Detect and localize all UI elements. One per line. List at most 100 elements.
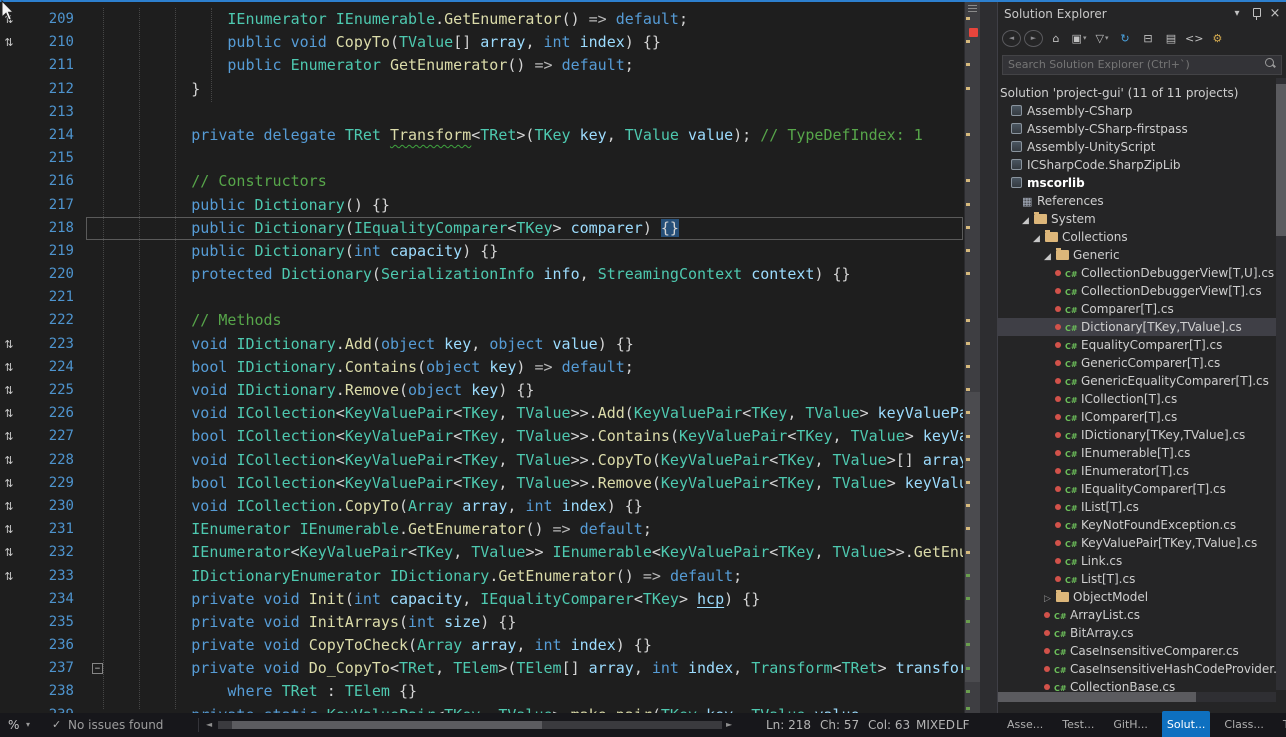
tree-item[interactable]: Assembly-CSharp-firstpass [998,120,1276,138]
collapse-all-icon[interactable]: ⊟ [1138,29,1158,47]
tree-item[interactable]: C#CollectionDebuggerView[T].cs [998,282,1276,300]
tool-window-tab[interactable]: Test... [1057,711,1099,737]
panel-splitter[interactable] [980,2,998,713]
line-number[interactable]: 210 [18,31,86,54]
tree-item[interactable]: C#Dictionary[TKey,TValue].cs [998,318,1276,336]
panel-menu-icon[interactable]: ▾ [1230,2,1244,26]
line-number[interactable]: 239 [18,704,86,713]
expander-expanded-icon[interactable]: ◢ [1044,248,1055,266]
code-line[interactable]: ⇅228 void ICollection<KeyValuePair<TKey,… [0,449,963,472]
tree-vertical-scrollbar-thumb[interactable] [1276,84,1286,236]
editor-horizontal-scrollbar-thumb[interactable] [232,721,542,729]
code-line[interactable]: ⇅231 IEnumerator IEnumerable.GetEnumerat… [0,518,963,541]
tree-item[interactable]: ◢Collections [998,228,1276,246]
filter-icon[interactable]: ▽▾ [1092,29,1112,47]
interface-impl-icon[interactable]: ⇅ [0,402,18,425]
back-icon[interactable]: ◄ [1002,30,1021,47]
editor-vertical-scrollbar[interactable] [964,2,980,713]
interface-impl-icon[interactable]: ⇅ [0,495,18,518]
tree-item[interactable]: C#List[T].cs [998,570,1276,588]
pin-icon[interactable] [1252,8,1260,20]
code-line[interactable]: ⇅226 void ICollection<KeyValuePair<TKey,… [0,402,963,425]
close-icon[interactable]: × [1268,2,1282,26]
code-line[interactable]: ⇅210 public void CopyTo(TValue[] array, … [0,31,963,54]
code-line[interactable]: 234 private void Init(int capacity, IEqu… [0,588,963,611]
tree-item[interactable]: C#ArrayList.cs [998,606,1276,624]
code-editor[interactable]: ⇅209 IEnumerator IEnumerable.GetEnumerat… [0,2,980,713]
eol-indicator[interactable]: LF [956,713,970,737]
interface-impl-icon[interactable]: ⇅ [0,518,18,541]
code-line[interactable]: 212 } [0,78,963,101]
line-number[interactable]: 217 [18,194,86,217]
tree-item[interactable]: C#GenericComparer[T].cs [998,354,1276,372]
interface-impl-icon[interactable]: ⇅ [0,333,18,356]
line-number[interactable]: 209 [18,8,86,31]
line-number[interactable]: 222 [18,309,86,332]
health-status-text[interactable]: No issues found [68,713,163,737]
line-number[interactable]: 238 [18,680,86,703]
line-number[interactable]: 219 [18,240,86,263]
tree-item[interactable]: C#BitArray.cs [998,624,1276,642]
code-line[interactable]: ⇅225 void IDictionary.Remove(object key)… [0,379,963,402]
line-number[interactable]: 224 [18,356,86,379]
line-number[interactable]: 231 [18,518,86,541]
tree-item[interactable]: C#IEnumerator[T].cs [998,462,1276,480]
editor-horizontal-scrollbar[interactable] [218,721,722,729]
code-line[interactable]: 239 private static KeyValuePair<TKey, TV… [0,704,963,713]
code-line[interactable]: ⇅232 IEnumerator<KeyValuePair<TKey, TVal… [0,541,963,564]
tree-item[interactable]: C#CaseInsensitiveHashCodeProvider.cs [998,660,1276,678]
line-number[interactable]: 218 [18,217,86,240]
code-line[interactable]: 237− private void Do_CopyTo<TRet, TElem>… [0,657,963,680]
tree-item[interactable]: C#KeyValuePair[TKey,TValue].cs [998,534,1276,552]
tree-item[interactable]: Assembly-UnityScript [998,138,1276,156]
tree-item[interactable]: ◢System [998,210,1276,228]
tree-item[interactable]: C#IComparer[T].cs [998,408,1276,426]
tree-item[interactable]: mscorlib [998,174,1276,192]
line-number[interactable]: 223 [18,333,86,356]
line-number[interactable]: 216 [18,170,86,193]
line-number[interactable]: 236 [18,634,86,657]
interface-impl-icon[interactable]: ⇅ [0,31,18,54]
editor-splitter-handle-icon[interactable] [968,5,977,12]
code-line[interactable]: ⇅223 void IDictionary.Add(object key, ob… [0,333,963,356]
code-line[interactable]: ⇅230 void ICollection.CopyTo(Array array… [0,495,963,518]
line-number[interactable]: 228 [18,449,86,472]
line-ending-mode[interactable]: MIXED [916,713,955,737]
scroll-right-icon[interactable]: ► [726,713,732,737]
tree-vertical-scrollbar[interactable] [1276,78,1286,690]
interface-impl-icon[interactable]: ⇅ [0,472,18,495]
refresh-icon[interactable]: ↻ [1115,29,1135,47]
code-line[interactable]: 219 public Dictionary(int capacity) {} [0,240,963,263]
tree-item[interactable]: Assembly-CSharp [998,102,1276,120]
line-number[interactable]: 229 [18,472,86,495]
code-line[interactable]: 214 private delegate TRet Transform<TRet… [0,124,963,147]
tree-item[interactable]: C#ICollection[T].cs [998,390,1276,408]
expander-expanded-icon[interactable]: ◢ [1022,212,1033,230]
interface-impl-icon[interactable]: ⇅ [0,541,18,564]
line-number[interactable]: 211 [18,54,86,77]
forward-icon[interactable]: ► [1024,30,1043,47]
search-icon[interactable] [1265,58,1274,67]
search-input[interactable] [1002,55,1282,75]
code-view-icon[interactable]: <> [1184,29,1204,47]
line-number[interactable]: 227 [18,425,86,448]
line-number[interactable]: 226 [18,402,86,425]
line-number[interactable]: 232 [18,541,86,564]
interface-impl-icon[interactable]: ⇅ [0,379,18,402]
zoom-caret-icon[interactable]: ▾ [26,713,30,737]
tree-item[interactable]: C#IList[T].cs [998,498,1276,516]
expander-expanded-icon[interactable]: ◢ [1033,230,1044,248]
code-line[interactable]: 238 where TRet : TElem {} [0,680,963,703]
tool-window-tab[interactable]: Solut... [1162,711,1211,737]
tree-item[interactable]: C#IEqualityComparer[T].cs [998,480,1276,498]
code-line[interactable]: 235 private void InitArrays(int size) {} [0,611,963,634]
line-number[interactable]: 234 [18,588,86,611]
line-number[interactable]: 214 [18,124,86,147]
home-icon[interactable]: ⌂ [1046,29,1066,47]
tool-window-tab[interactable]: Class... [1219,711,1268,737]
tree-item[interactable]: C#GenericEqualityComparer[T].cs [998,372,1276,390]
tree-item[interactable]: C#CollectionDebuggerView[T,U].cs [998,264,1276,282]
tool-window-tab[interactable]: Tea... [1278,711,1286,737]
code-line[interactable]: 215 [0,147,963,170]
line-number[interactable]: 233 [18,565,86,588]
